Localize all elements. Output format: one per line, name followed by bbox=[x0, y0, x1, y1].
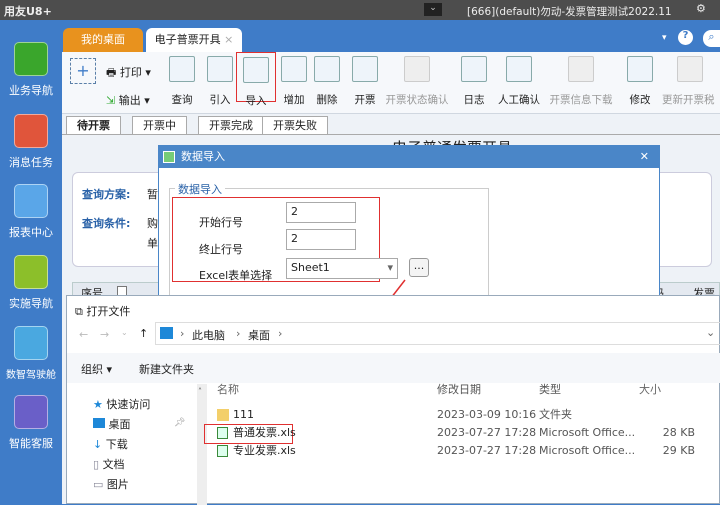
title-text: 打开文件 bbox=[86, 305, 131, 318]
back-icon[interactable]: ← bbox=[79, 328, 88, 341]
excel-file-icon bbox=[217, 427, 228, 439]
file-type: 文件夹 bbox=[539, 408, 572, 421]
new-folder-button[interactable]: 新建文件夹 bbox=[139, 361, 194, 377]
file-type: Microsoft Office... bbox=[539, 426, 636, 439]
excel-file-icon bbox=[217, 445, 228, 457]
open-file-dialog: ⧉ 打开文件 ← → ⌄ ↑ › 此电脑 › 桌面 › ⌄ 组织 ▾ 新建文件夹… bbox=[66, 295, 720, 505]
file-size: 29 KB bbox=[662, 444, 695, 457]
file-list-header: 名称 修改日期 类型 大小 bbox=[67, 381, 719, 399]
up-icon[interactable]: ↑ bbox=[139, 327, 148, 340]
computer-icon bbox=[160, 327, 173, 339]
column-type[interactable]: 类型 bbox=[539, 381, 561, 399]
organize-button[interactable]: 组织 ▾ bbox=[81, 361, 112, 377]
command-bar: 组织 ▾ 新建文件夹 bbox=[67, 353, 720, 383]
dialog-title: ⧉ 打开文件 bbox=[75, 303, 130, 319]
column-date[interactable]: 修改日期 bbox=[437, 381, 481, 399]
folder-icon bbox=[217, 409, 229, 421]
breadcrumb-item[interactable]: 桌面 bbox=[248, 327, 270, 343]
chevron-down-icon[interactable]: ⌄ bbox=[706, 326, 715, 339]
file-row[interactable]: 专业发票.xls 2023-07-27 17:28 Microsoft Office… bbox=[67, 442, 719, 460]
forward-icon[interactable]: → bbox=[100, 328, 109, 341]
file-row[interactable]: 普通发票.xls 2023-07-27 17:28 Microsoft Office… bbox=[67, 424, 719, 444]
file-date: 2023-07-27 17:28 bbox=[437, 444, 537, 457]
label: 图片 bbox=[106, 478, 129, 491]
recent-dropdown-icon[interactable]: ⌄ bbox=[121, 328, 128, 337]
column-name[interactable]: 名称 bbox=[217, 381, 239, 399]
window-icon: ⧉ bbox=[75, 305, 83, 318]
nav-pictures[interactable]: ▭ 图片 bbox=[93, 476, 129, 492]
column-size[interactable]: 大小 bbox=[639, 381, 661, 399]
file-name: 专业发票.xls bbox=[233, 444, 296, 457]
address-bar[interactable]: › 此电脑 › 桌面 › ⌄ bbox=[155, 322, 720, 345]
file-size: 28 KB bbox=[662, 426, 695, 439]
file-name: 普通发票.xls bbox=[233, 426, 296, 439]
file-date: 2023-03-09 10:16 bbox=[437, 408, 537, 421]
file-row[interactable]: 111 2023-03-09 10:16 文件夹 bbox=[67, 406, 719, 424]
picture-icon: ▭ bbox=[93, 478, 104, 491]
file-date: 2023-07-27 17:28 bbox=[437, 426, 537, 439]
file-name: 111 bbox=[233, 408, 254, 421]
breadcrumb-item[interactable]: 此电脑 bbox=[192, 327, 225, 343]
file-type: Microsoft Office... bbox=[539, 444, 636, 457]
